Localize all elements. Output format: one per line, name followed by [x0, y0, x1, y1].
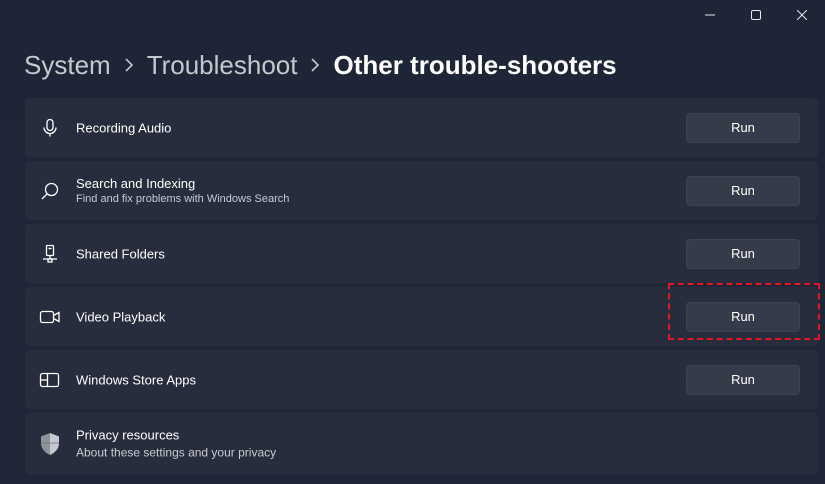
troubleshooter-windows-store-apps: Windows Store Apps Run [25, 350, 818, 409]
store-app-icon [39, 369, 61, 391]
run-shared-folders-button[interactable]: Run [686, 238, 800, 269]
troubleshooter-title: Search and Indexing [76, 175, 196, 191]
troubleshooter-description: Find and fix problems with Windows Searc… [76, 192, 290, 205]
privacy-resources[interactable]: Privacy resources About these settings a… [25, 413, 818, 475]
run-video-playback-button[interactable]: Run [686, 301, 800, 332]
breadcrumb: System Troubleshoot Other trouble-shoote… [24, 48, 617, 82]
troubleshooter-text: Shared Folders [76, 245, 165, 262]
breadcrumb-troubleshoot[interactable]: Troubleshoot [147, 48, 298, 82]
close-button[interactable] [779, 0, 825, 30]
troubleshooter-text: Recording Audio [76, 119, 171, 136]
troubleshooter-text: Windows Store Apps [76, 371, 196, 388]
troubleshooter-title: Shared Folders [76, 246, 165, 261]
settings-window: System Troubleshoot Other trouble-shoote… [0, 0, 825, 484]
troubleshooter-title: Recording Audio [76, 120, 172, 135]
maximize-icon [751, 10, 761, 20]
troubleshooter-video-playback: Video Playback Run [25, 283, 820, 346]
privacy-description[interactable]: About these settings and your privacy [76, 445, 276, 462]
troubleshooter-recording-audio: Recording Audio Run [25, 98, 818, 157]
breadcrumb-system[interactable]: System [24, 48, 111, 82]
caption-buttons [687, 0, 825, 30]
run-windows-store-apps-button[interactable]: Run [686, 364, 800, 395]
run-recording-audio-button[interactable]: Run [686, 112, 800, 143]
shared-folder-icon [39, 243, 61, 265]
minimize-button[interactable] [687, 0, 733, 30]
close-icon [797, 10, 807, 20]
chevron-right-icon [311, 58, 320, 72]
troubleshooter-search-indexing: Search and Indexing Find and fix problem… [25, 161, 818, 220]
search-icon [39, 180, 61, 202]
minimize-icon [705, 14, 715, 16]
troubleshooter-list: Recording Audio Run Search and Indexing … [25, 98, 820, 479]
video-camera-icon [39, 306, 61, 328]
privacy-text: Privacy resources About these settings a… [76, 427, 276, 462]
run-search-indexing-button[interactable]: Run [686, 175, 800, 206]
troubleshooter-shared-folders: Shared Folders Run [25, 224, 818, 283]
privacy-title: Privacy resources [76, 427, 180, 443]
troubleshooter-title: Video Playback [76, 309, 166, 324]
maximize-button[interactable] [733, 0, 779, 30]
chevron-right-icon [125, 58, 133, 72]
page-title: Other trouble-shooters [333, 50, 617, 80]
troubleshooter-title: Windows Store Apps [76, 372, 196, 387]
microphone-icon [39, 117, 61, 139]
troubleshooter-text: Video Playback [76, 308, 165, 325]
shield-icon [39, 433, 61, 455]
troubleshooter-text: Search and Indexing Find and fix problem… [76, 175, 289, 207]
